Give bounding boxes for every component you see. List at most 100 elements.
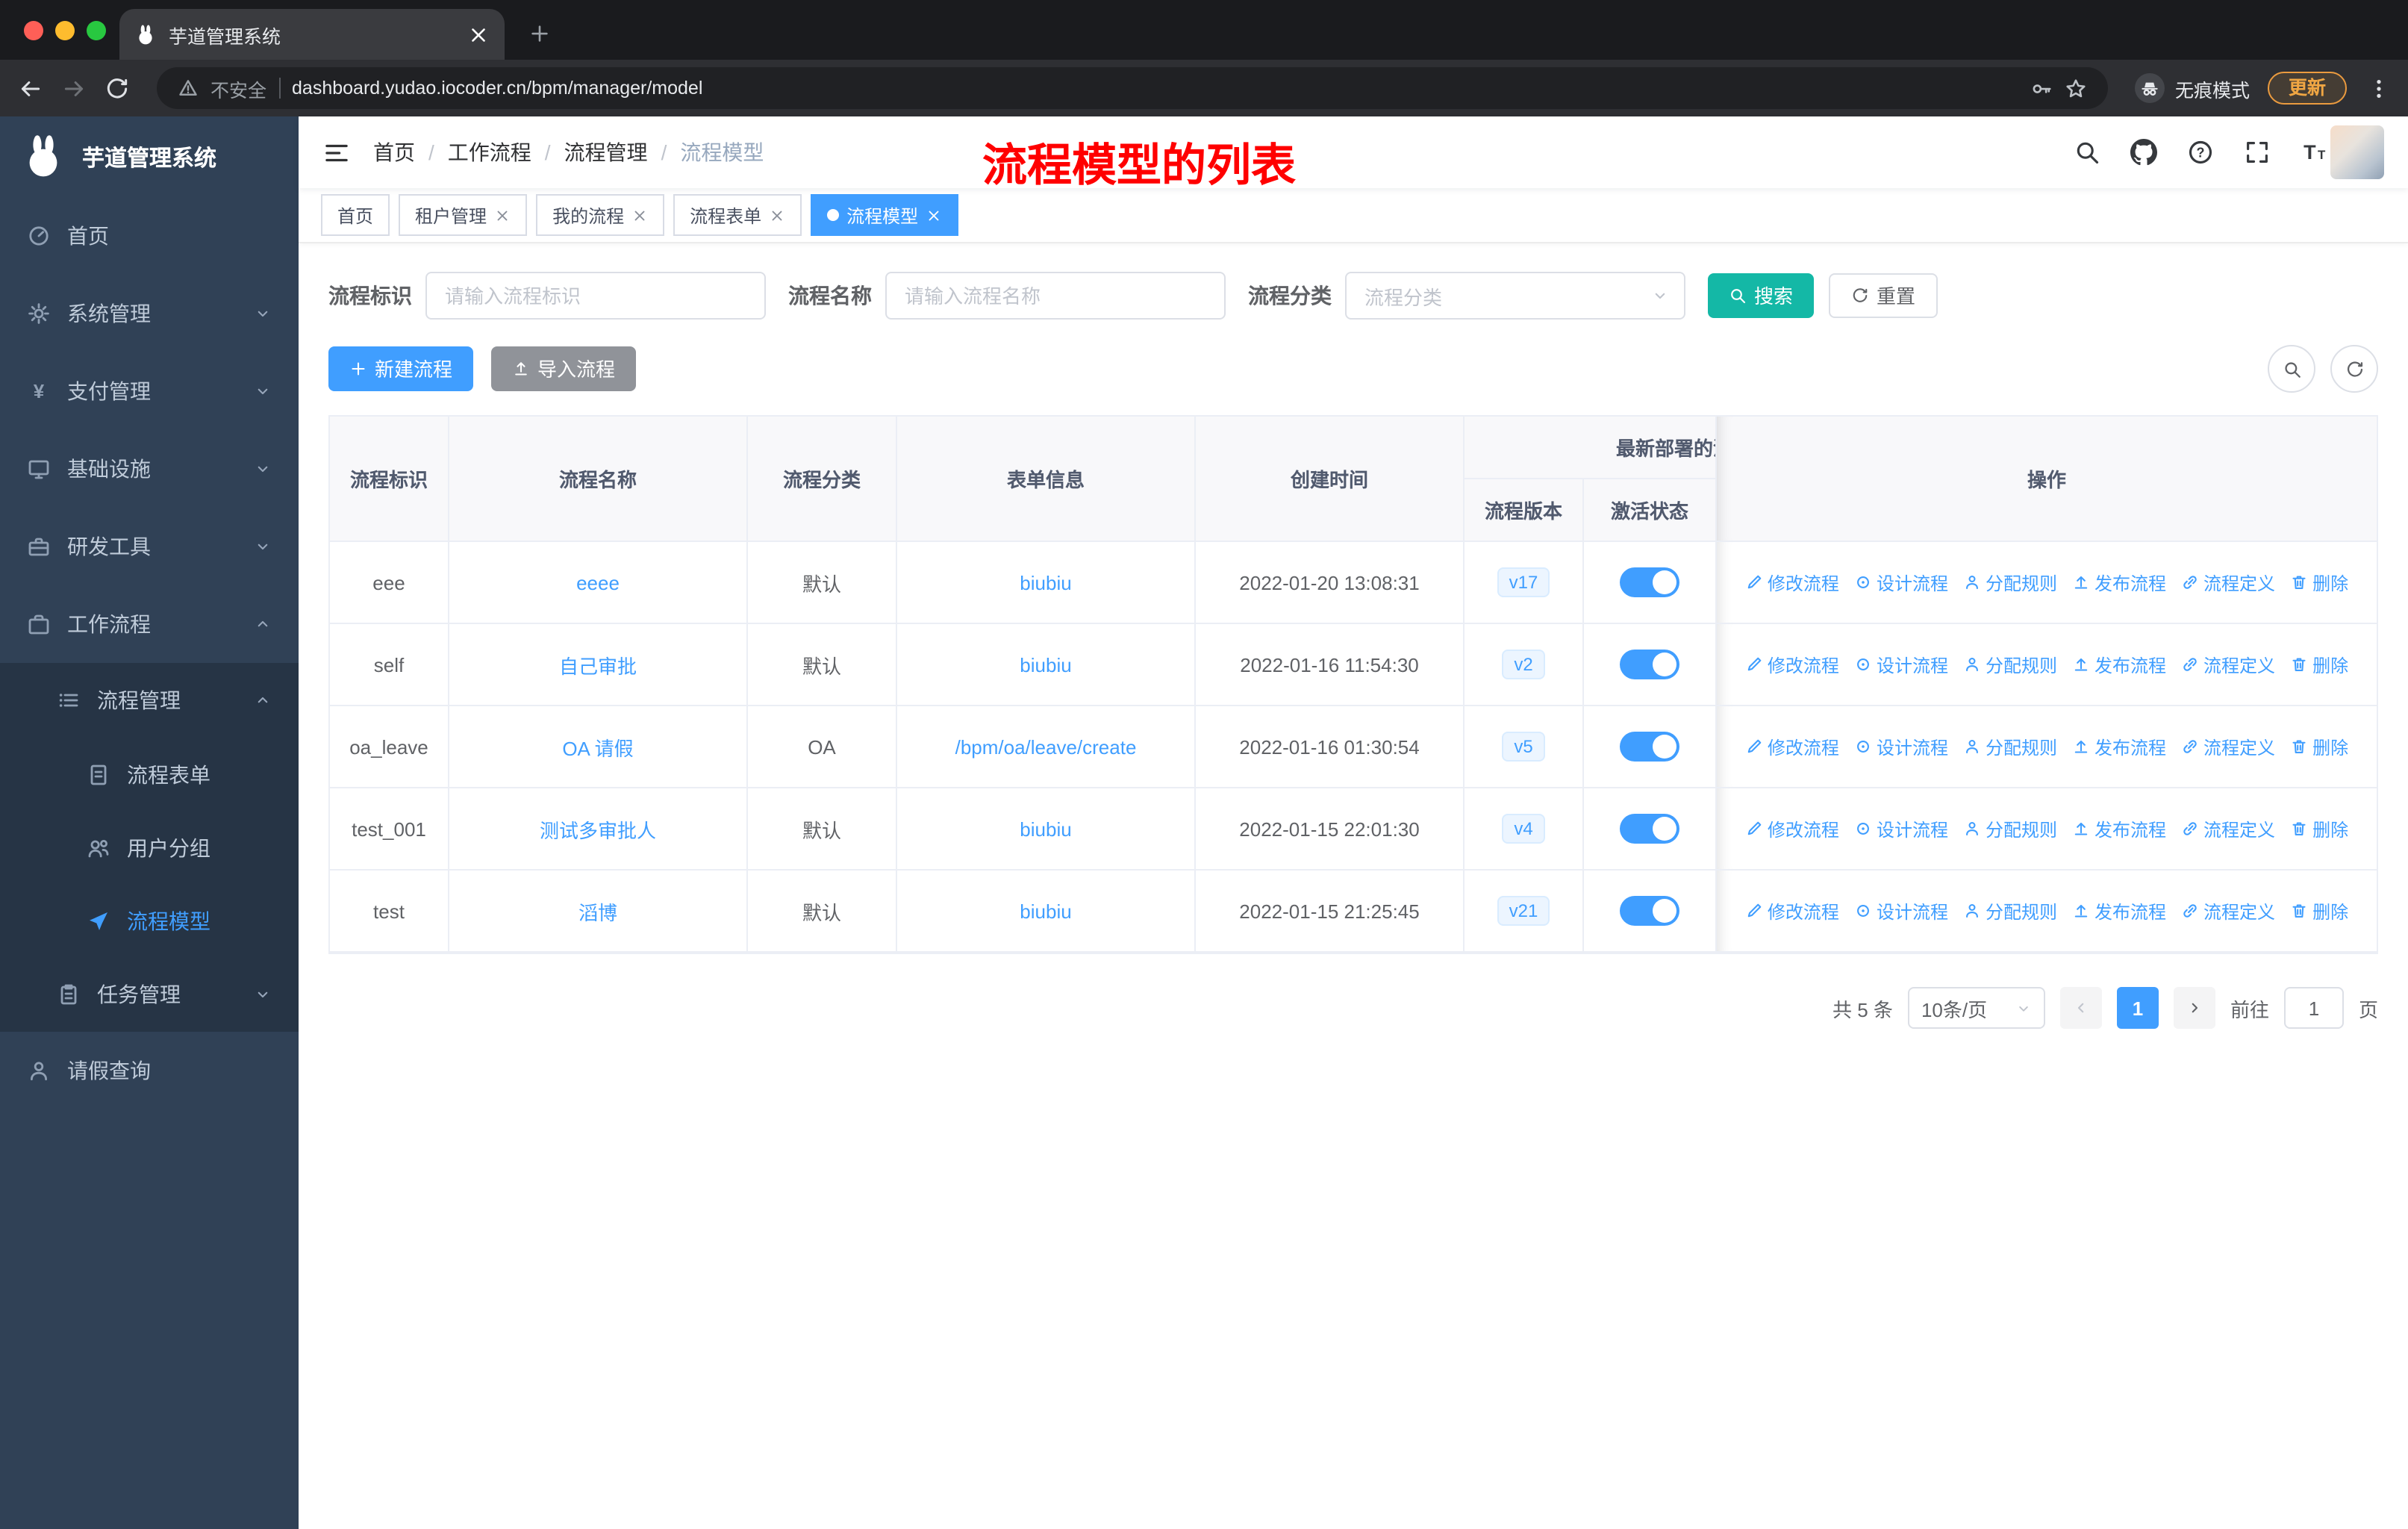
form-info-link[interactable]: /bpm/oa/leave/create: [955, 735, 1137, 758]
search-icon[interactable]: [2074, 139, 2100, 166]
assign-action-link[interactable]: 分配规则: [1963, 570, 2057, 595]
assign-action-link[interactable]: 分配规则: [1963, 652, 2057, 677]
publish-action-link[interactable]: 发布流程: [2072, 652, 2166, 677]
edit-action-link[interactable]: 修改流程: [1745, 734, 1839, 759]
breadcrumb-item[interactable]: 工作流程: [448, 137, 531, 167]
next-page-button[interactable]: [2173, 987, 2215, 1029]
activation-toggle[interactable]: [1620, 567, 1679, 597]
assign-action-link[interactable]: 分配规则: [1963, 898, 2057, 924]
delete-action-link[interactable]: 删除: [2290, 734, 2348, 759]
avatar[interactable]: [2330, 125, 2384, 179]
activation-toggle[interactable]: [1620, 814, 1679, 844]
activation-toggle[interactable]: [1620, 896, 1679, 926]
sidebar-item-home[interactable]: 首页: [0, 197, 299, 275]
page-size-select[interactable]: 10条/页: [1907, 987, 2045, 1029]
goto-page-input[interactable]: [2283, 987, 2344, 1029]
sidebar-item-workflow[interactable]: 工作流程: [0, 585, 299, 663]
page-number-1[interactable]: 1: [2116, 987, 2159, 1029]
close-window-button[interactable]: [24, 21, 43, 40]
publish-action-link[interactable]: 发布流程: [2072, 570, 2166, 595]
delete-action-link[interactable]: 删除: [2290, 816, 2348, 841]
definition-action-link[interactable]: 流程定义: [2181, 570, 2275, 595]
sidebar-item-process-model[interactable]: 流程模型: [0, 884, 299, 957]
fullscreen-icon[interactable]: [2244, 139, 2271, 166]
definition-action-link[interactable]: 流程定义: [2181, 734, 2275, 759]
sidebar-item-user-group[interactable]: 用户分组: [0, 811, 299, 884]
form-info-link[interactable]: biubiu: [1020, 571, 1071, 594]
prev-page-button[interactable]: [2059, 987, 2102, 1029]
password-key-icon[interactable]: [2030, 77, 2053, 99]
tag-close-icon[interactable]: [631, 207, 648, 223]
process-name-link[interactable]: eeee: [576, 571, 620, 594]
activation-toggle[interactable]: [1620, 732, 1679, 762]
publish-action-link[interactable]: 发布流程: [2072, 734, 2166, 759]
fontsize-icon[interactable]: TT: [2301, 139, 2327, 166]
process-name-link[interactable]: 滔博: [578, 897, 617, 925]
tag-我的流程[interactable]: 我的流程: [536, 194, 665, 236]
design-action-link[interactable]: 设计流程: [1854, 816, 1948, 841]
bookmark-star-icon[interactable]: [2065, 77, 2087, 99]
edit-action-link[interactable]: 修改流程: [1745, 570, 1839, 595]
definition-action-link[interactable]: 流程定义: [2181, 816, 2275, 841]
toggle-search-button[interactable]: [2268, 345, 2315, 393]
breadcrumb-item[interactable]: 首页: [373, 137, 415, 167]
tag-流程表单[interactable]: 流程表单: [673, 194, 802, 236]
design-action-link[interactable]: 设计流程: [1854, 652, 1948, 677]
edit-action-link[interactable]: 修改流程: [1745, 898, 1839, 924]
process-id-input[interactable]: [425, 272, 766, 320]
sidebar-item-process-mgmt[interactable]: 流程管理: [0, 663, 299, 738]
import-process-button[interactable]: 导入流程: [491, 346, 637, 391]
tag-close-icon[interactable]: [769, 207, 785, 223]
tab-close-icon[interactable]: [467, 23, 490, 46]
collapse-sidebar-icon[interactable]: [322, 138, 351, 166]
assign-action-link[interactable]: 分配规则: [1963, 816, 2057, 841]
publish-action-link[interactable]: 发布流程: [2072, 898, 2166, 924]
design-action-link[interactable]: 设计流程: [1854, 898, 1948, 924]
tag-流程模型[interactable]: 流程模型: [811, 194, 959, 236]
browser-tab[interactable]: 芋道管理系统: [119, 9, 505, 60]
form-info-link[interactable]: biubiu: [1020, 818, 1071, 840]
sidebar-item-payment[interactable]: ¥ 支付管理: [0, 352, 299, 430]
new-tab-button[interactable]: [528, 22, 551, 45]
address-bar[interactable]: 不安全 dashboard.yudao.iocoder.cn/bpm/manag…: [157, 67, 2108, 109]
forward-button[interactable]: [61, 75, 87, 101]
sidebar-item-infra[interactable]: 基础设施: [0, 430, 299, 508]
back-button[interactable]: [18, 75, 43, 101]
reset-button[interactable]: 重置: [1829, 273, 1938, 318]
assign-action-link[interactable]: 分配规则: [1963, 734, 2057, 759]
process-name-link[interactable]: 自己审批: [559, 650, 637, 679]
edit-action-link[interactable]: 修改流程: [1745, 652, 1839, 677]
breadcrumb-item[interactable]: 流程管理: [564, 137, 648, 167]
delete-action-link[interactable]: 删除: [2290, 652, 2348, 677]
design-action-link[interactable]: 设计流程: [1854, 570, 1948, 595]
process-name-input[interactable]: [885, 272, 1226, 320]
delete-action-link[interactable]: 删除: [2290, 570, 2348, 595]
reload-button[interactable]: [105, 75, 130, 101]
sidebar-item-system[interactable]: 系统管理: [0, 275, 299, 352]
github-icon[interactable]: [2130, 139, 2157, 166]
form-info-link[interactable]: biubiu: [1020, 900, 1071, 922]
sidebar-item-leave-query[interactable]: 请假查询: [0, 1032, 299, 1109]
edit-action-link[interactable]: 修改流程: [1745, 816, 1839, 841]
tag-首页[interactable]: 首页: [321, 194, 390, 236]
browser-menu-icon[interactable]: [2368, 77, 2390, 99]
definition-action-link[interactable]: 流程定义: [2181, 652, 2275, 677]
minimize-window-button[interactable]: [55, 21, 75, 40]
zoom-window-button[interactable]: [87, 21, 106, 40]
sidebar-item-process-form[interactable]: 流程表单: [0, 738, 299, 811]
tag-租户管理[interactable]: 租户管理: [399, 194, 528, 236]
process-name-link[interactable]: 测试多审批人: [540, 815, 656, 843]
search-button[interactable]: 搜索: [1708, 273, 1815, 318]
tag-close-icon[interactable]: [926, 207, 942, 223]
publish-action-link[interactable]: 发布流程: [2072, 816, 2166, 841]
process-name-link[interactable]: OA 请假: [562, 732, 633, 761]
browser-update-button[interactable]: 更新: [2267, 71, 2347, 105]
tag-close-icon[interactable]: [494, 207, 511, 223]
delete-action-link[interactable]: 删除: [2290, 898, 2348, 924]
refresh-table-button[interactable]: [2330, 345, 2378, 393]
create-process-button[interactable]: 新建流程: [328, 346, 474, 391]
category-select[interactable]: 流程分类: [1345, 272, 1685, 320]
sidebar-item-task-mgmt[interactable]: 任务管理: [0, 957, 299, 1032]
sidebar-item-devtools[interactable]: 研发工具: [0, 508, 299, 585]
design-action-link[interactable]: 设计流程: [1854, 734, 1948, 759]
